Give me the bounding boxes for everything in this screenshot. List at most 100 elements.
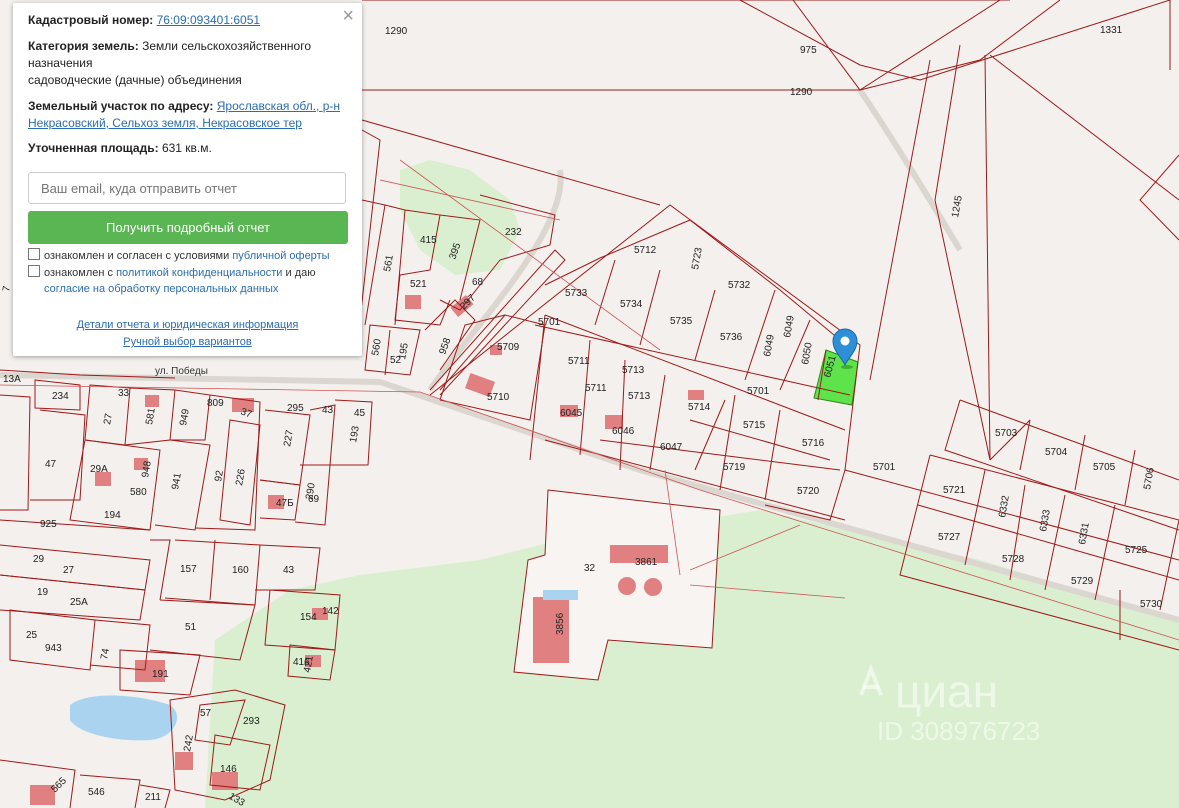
- parcel-label: 5719: [723, 462, 746, 473]
- parcel-label: 5713: [628, 391, 651, 402]
- email-input[interactable]: [28, 172, 346, 204]
- parcel-info-panel: × Кадастровый номер: 76:09:093401:6051 К…: [13, 3, 362, 356]
- parcel-label: 6047: [660, 442, 683, 453]
- parcel-label: 57: [200, 708, 212, 719]
- consent-privacy-tail: и даю: [285, 267, 316, 279]
- parcel-label: 29: [33, 554, 45, 565]
- parcel-label: 69: [308, 494, 320, 505]
- parcel-label: 5733: [565, 288, 588, 299]
- consent-privacy-text: ознакомлен с: [44, 267, 114, 279]
- parcel-label: 3861: [635, 557, 658, 568]
- cian-logo-icon: циан ID 308976723: [859, 663, 1040, 746]
- parcel-label: 5720: [797, 486, 820, 497]
- street-label: ул. Победы: [155, 365, 208, 377]
- manual-selection-link[interactable]: Ручной выбор вариантов: [123, 336, 251, 348]
- parcel-label: 5710: [487, 392, 510, 403]
- parcel-label: 5712: [634, 245, 657, 256]
- parcel-label: 580: [130, 487, 147, 498]
- parcel-label: 925: [40, 519, 57, 530]
- cadastral-row: Кадастровый номер: 76:09:093401:6051: [28, 12, 260, 29]
- parcel-label: 47: [45, 459, 57, 470]
- parcel-label: 25А: [70, 597, 88, 608]
- parcel-label: 154: [300, 612, 317, 623]
- parcel-label: 232: [505, 227, 522, 238]
- parcel-label: 5732: [728, 280, 751, 291]
- parcel-label: 5701: [747, 386, 770, 397]
- parcel-label: 5730: [1140, 599, 1163, 610]
- parcel-label: 29А: [90, 464, 108, 475]
- public-offer-link[interactable]: публичной оферты: [232, 250, 329, 262]
- parcel-label: 45: [354, 408, 366, 419]
- parcel-label: 295: [287, 403, 304, 414]
- details-row: Детали отчета и юридическая информация: [13, 319, 362, 331]
- get-report-button[interactable]: Получить подробный отчет: [28, 211, 348, 244]
- consent-offer: ознакомлен и согласен с условиями публич…: [28, 248, 330, 264]
- parcel-label: 5711: [568, 356, 590, 367]
- parcel-label: 43: [322, 405, 334, 416]
- parcel-label: 5714: [688, 402, 711, 413]
- consent-offer-text: ознакомлен и согласен с условиями: [44, 250, 230, 262]
- parcel-label: 68: [472, 277, 484, 288]
- parcel-label: 194: [104, 510, 121, 521]
- address-label: Земельный участок по адресу:: [28, 99, 214, 113]
- personal-data-link[interactable]: согласие на обработку персональных данны…: [44, 283, 278, 295]
- area-value: 631 кв.м.: [161, 141, 212, 155]
- manual-row: Ручной выбор вариантов: [13, 336, 362, 348]
- parcel-label: 521: [410, 279, 427, 290]
- parcel-label: 546: [88, 787, 105, 798]
- address-row: Земельный участок по адресу: Ярославская…: [28, 98, 353, 132]
- parcel-label: 5709: [497, 342, 520, 353]
- close-icon[interactable]: ×: [342, 6, 354, 26]
- parcel-label: 5701: [538, 317, 561, 328]
- parcel-label: 5721: [943, 485, 966, 496]
- parcel-label: 25: [26, 630, 38, 641]
- address-link-1[interactable]: Ярославская обл., р-н: [217, 99, 340, 113]
- parcel-label: 293: [243, 716, 260, 727]
- parcel-label: 51: [185, 622, 197, 633]
- offer-checkbox[interactable]: [28, 248, 40, 260]
- parcel-label: 27: [63, 565, 75, 576]
- parcel-label: 5716: [802, 438, 825, 449]
- parcel-label: 5736: [720, 332, 743, 343]
- parcel-label: 6046: [612, 426, 635, 437]
- parcel-label: 5725: [1125, 545, 1148, 556]
- parcel-label: 5701: [873, 462, 896, 473]
- parcel-label: 234: [52, 391, 69, 402]
- details-link[interactable]: Детали отчета и юридическая информация: [77, 319, 299, 331]
- category-label: Категория земель:: [28, 39, 139, 53]
- privacy-policy-link[interactable]: политикой конфиденциальности: [116, 267, 282, 279]
- category-row: Категория земель: Земли сельскохозяйстве…: [28, 38, 348, 89]
- parcel-label: 47Б: [276, 498, 294, 509]
- parcel-label: 5728: [1002, 554, 1025, 565]
- parcel-label: 5729: [1071, 576, 1094, 587]
- parcel-label: 211: [145, 792, 161, 803]
- watermark: циан ID 308976723: [843, 655, 1083, 755]
- parcel-label: 157: [180, 564, 197, 575]
- parcel-label: 33: [118, 388, 130, 399]
- parcel-label: 943: [45, 643, 62, 654]
- area-label: Уточненная площадь:: [28, 141, 159, 155]
- parcel-label: 6045: [560, 408, 583, 419]
- parcel-label: 1290: [385, 26, 408, 37]
- watermark-brand: циан: [895, 665, 998, 717]
- parcel-label: 5735: [670, 316, 693, 327]
- parcel-label: 43: [283, 565, 295, 576]
- parcel-label: 142: [322, 606, 339, 617]
- parcel-label: 13А: [3, 374, 21, 385]
- parcel-label: 5715: [743, 420, 766, 431]
- parcel-label: 160: [232, 565, 249, 576]
- category-line3: садоводческие (дачные) объединения: [28, 73, 242, 87]
- address-link-2[interactable]: Некрасовский, Сельхоз земля, Некрасовско…: [28, 116, 302, 130]
- cadastral-label: Кадастровый номер:: [28, 13, 154, 27]
- parcel-label: 1331: [1100, 25, 1123, 36]
- parcel-label: 1290: [790, 87, 813, 98]
- parcel-label: 415: [420, 235, 437, 246]
- privacy-checkbox[interactable]: [28, 265, 40, 277]
- watermark-id: ID 308976723: [877, 716, 1040, 746]
- category-line1: Земли сельскохозяйственного: [142, 39, 312, 53]
- area-row: Уточненная площадь: 631 кв.м.: [28, 140, 212, 157]
- parcel-label: 3856: [555, 612, 566, 635]
- parcel-label: 5705: [1093, 462, 1116, 473]
- parcel-label: 191: [152, 669, 169, 680]
- cadastral-number-link[interactable]: 76:09:093401:6051: [157, 13, 260, 27]
